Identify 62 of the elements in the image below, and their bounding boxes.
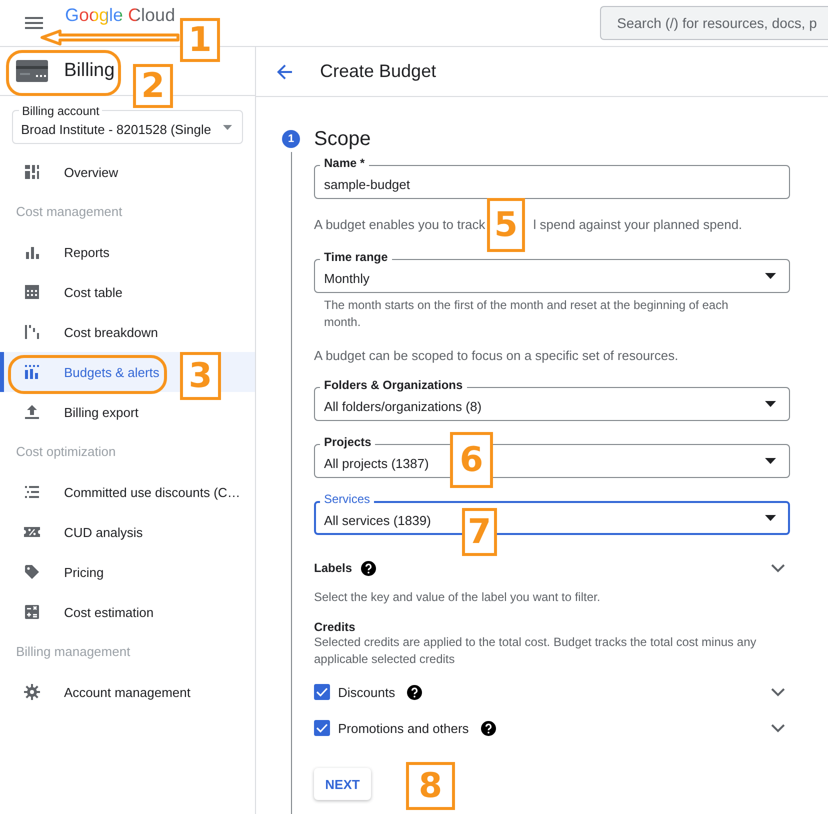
nav-icon: [24, 524, 40, 540]
chevron-down-icon[interactable]: [771, 724, 785, 732]
caret-icon: [765, 401, 776, 407]
section-heading: Billing management: [15, 643, 132, 661]
nav-icon: [24, 244, 40, 260]
caret-icon: [765, 515, 776, 521]
nav-icon: [24, 284, 40, 300]
nav-item[interactable]: Cost table: [0, 272, 255, 312]
page-title: Create Budget: [320, 61, 436, 82]
nav-item[interactable]: Reports: [0, 232, 255, 272]
section-heading: Cost management: [15, 203, 124, 221]
checkbox[interactable]: [314, 720, 330, 736]
search-field[interactable]: Search (/) for resources, docs, p: [600, 6, 828, 40]
nav-item[interactable]: CUD analysis: [0, 512, 255, 552]
nav-item[interactable]: Pricing: [0, 552, 255, 592]
callout-number: 8: [406, 762, 455, 810]
help-icon[interactable]: [361, 560, 376, 576]
section-heading: Cost optimization: [15, 443, 117, 461]
step-title: Scope: [314, 127, 372, 151]
credit-card-icon: [16, 60, 48, 82]
help-icon[interactable]: [480, 720, 496, 736]
checkbox-label: Discounts: [338, 684, 396, 700]
nav-item[interactable]: Committed use discounts (C…: [0, 472, 255, 512]
labels-title: Labels: [314, 561, 352, 575]
callout-number: 1: [180, 18, 220, 62]
back-arrow-icon[interactable]: [277, 64, 293, 80]
nav-item[interactable]: Overview: [0, 152, 255, 192]
credits-description: Selected credits are applied to the total cost. Budget tracks the total cost minus any applicable selected credits: [314, 634, 758, 668]
nav-item[interactable]: Cost breakdown: [0, 312, 255, 352]
nav-icon: [24, 364, 40, 380]
caret-icon: [765, 458, 776, 464]
nav-item[interactable]: Account management: [0, 672, 255, 712]
help-icon[interactable]: [407, 684, 422, 700]
callout-number: 5: [487, 198, 525, 252]
callout-number: 6: [450, 432, 493, 488]
callout-number: 2: [133, 64, 173, 108]
help-text: A budget can be scoped to focus on a specific set of resources.: [314, 348, 680, 364]
nav-icon: [24, 404, 40, 420]
billing-title: Billing: [64, 60, 115, 82]
nav-icon: [24, 324, 40, 340]
help-text: Select the key and value of the label you want to filter.: [314, 589, 602, 606]
credits-title: Credits: [314, 620, 356, 634]
step-number: 1: [282, 130, 300, 148]
callout-number: 3: [180, 352, 221, 400]
nav-icon: [24, 164, 40, 180]
checkbox-label: Promotions and others: [338, 720, 469, 736]
callout-number: 7: [462, 508, 497, 556]
nav-icon: [24, 604, 40, 620]
chevron-down-icon[interactable]: [771, 688, 785, 696]
caret-icon: [223, 125, 232, 130]
hint-text: The month starts on the first of the month and reset at the beginning of each month.: [323, 297, 730, 331]
menu-icon[interactable]: [25, 17, 43, 29]
checkbox[interactable]: [314, 684, 330, 700]
help-text: l spend against your planned spend.: [533, 217, 742, 233]
chevron-down-icon[interactable]: [771, 564, 785, 572]
next-button[interactable]: NEXT: [314, 768, 371, 800]
nav-item[interactable]: Cost estimation: [0, 592, 255, 632]
help-text: A budget enables you to track: [314, 217, 486, 233]
caret-icon: [765, 273, 776, 279]
nav-icon: [24, 484, 40, 500]
nav-icon: [24, 684, 40, 700]
nav-icon: [24, 564, 40, 580]
